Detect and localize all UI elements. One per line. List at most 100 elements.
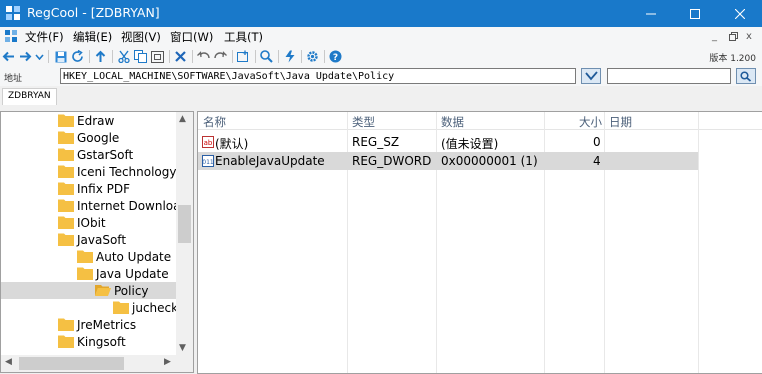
dword-value-icon: 011 xyxy=(202,155,214,167)
title-bar[interactable]: RegCool - [ZDBRYAN] xyxy=(0,0,762,27)
history-dropdown[interactable] xyxy=(33,48,45,65)
cut-button[interactable] xyxy=(115,48,132,65)
tree-item[interactable]: jucheck xyxy=(113,299,178,316)
scroll-left-icon[interactable]: ◀ xyxy=(5,357,12,367)
scroll-right-icon[interactable]: ▶ xyxy=(164,357,171,367)
tree-horizontal-scrollbar[interactable]: ◀ ▶ xyxy=(1,355,193,372)
value-type: REG_SZ xyxy=(352,135,400,149)
toolbar-separator xyxy=(278,50,279,63)
folder-icon xyxy=(77,250,93,263)
column-divider[interactable] xyxy=(698,112,699,373)
refresh-button[interactable] xyxy=(69,48,86,65)
menu-edit[interactable]: 编辑(E) xyxy=(73,30,112,44)
tree-item[interactable]: Kingsoft xyxy=(58,333,126,350)
tree-item-label: jucheck xyxy=(132,300,179,315)
tree-item[interactable]: IObit xyxy=(58,214,106,231)
forward-icon xyxy=(20,51,32,62)
tree-item[interactable]: JavaSoft xyxy=(58,231,126,248)
undo-button[interactable] xyxy=(195,48,212,65)
menu-view[interactable]: 视图(V) xyxy=(121,30,161,44)
tree-vertical-scrollbar[interactable]: ▲ ▼ xyxy=(176,112,193,357)
folder-icon xyxy=(58,114,74,127)
tree-item-label: Iceni Technology xyxy=(77,164,177,179)
paste-button[interactable] xyxy=(149,48,166,65)
help-button[interactable]: ? xyxy=(327,48,344,65)
delete-button[interactable] xyxy=(172,48,189,65)
toolbar-separator xyxy=(48,50,49,63)
svg-text:011: 011 xyxy=(202,159,214,166)
scroll-down-icon[interactable]: ▼ xyxy=(179,343,186,353)
menu-window[interactable]: 窗口(W) xyxy=(170,30,213,44)
tree-item-label: Policy xyxy=(114,283,149,298)
tree-item-label: JreMetrics xyxy=(77,317,137,332)
menu-file[interactable]: 文件(F) xyxy=(25,30,64,44)
minimize-button[interactable] xyxy=(629,0,673,27)
mdi-restore-icon[interactable] xyxy=(729,32,738,41)
value-size: 4 xyxy=(593,154,601,168)
paste-icon xyxy=(151,51,164,63)
column-header-name[interactable]: 名称 xyxy=(203,114,226,130)
column-header-data[interactable]: 数据 xyxy=(441,114,464,130)
go-to-address-button[interactable] xyxy=(581,68,601,84)
toolbar-separator xyxy=(324,50,325,63)
new-key-button[interactable] xyxy=(235,48,252,65)
tree-item[interactable]: Infix PDF xyxy=(58,180,130,197)
mdi-close-button[interactable]: x xyxy=(746,31,752,43)
close-button[interactable] xyxy=(718,0,762,27)
menu-tools[interactable]: 工具(T) xyxy=(224,30,263,44)
close-icon xyxy=(735,8,745,19)
address-label: 地址 xyxy=(4,74,23,84)
tree-item[interactable]: Iceni Technology xyxy=(58,163,177,180)
scroll-thumb[interactable] xyxy=(178,205,191,243)
address-bar: 地址 xyxy=(0,66,762,86)
computer-tab[interactable]: ZDBRYAN xyxy=(2,88,57,105)
forward-button[interactable] xyxy=(17,48,34,65)
tree-item[interactable]: Google xyxy=(58,129,119,146)
save-button[interactable] xyxy=(52,48,69,65)
value-data: 0x00000001 (1) xyxy=(441,154,538,168)
tree-item[interactable]: Java Update xyxy=(77,265,169,282)
maximize-button[interactable] xyxy=(673,0,717,27)
search-button[interactable] xyxy=(736,68,756,84)
folder-icon xyxy=(58,335,74,348)
tree-item-label: Google xyxy=(77,130,120,145)
bookmark-button[interactable] xyxy=(281,48,298,65)
folder-open-icon xyxy=(95,285,111,296)
regcool-app-icon xyxy=(6,6,20,20)
search-input[interactable] xyxy=(607,68,731,84)
copy-button[interactable] xyxy=(132,48,149,65)
find-button[interactable] xyxy=(258,48,275,65)
column-header-date[interactable]: 日期 xyxy=(609,114,632,130)
tree-item-label: Kingsoft xyxy=(77,334,126,349)
tree-item[interactable]: Edraw xyxy=(58,112,114,129)
up-button[interactable] xyxy=(92,48,109,65)
list-row[interactable]: 011 EnableJavaUpdate REG_DWORD 0x00000001 (… xyxy=(198,152,698,170)
column-header-type[interactable]: 类型 xyxy=(352,114,375,130)
scroll-up-icon[interactable]: ▲ xyxy=(179,114,186,124)
back-button[interactable] xyxy=(0,48,17,65)
folder-icon xyxy=(58,148,74,161)
main-area: Edraw Google GstarSoft Iceni Technology Infi… xyxy=(0,105,762,374)
value-name: EnableJavaUpdate xyxy=(215,154,325,168)
tree-item[interactable]: Policy xyxy=(1,282,177,299)
document-icon[interactable] xyxy=(5,30,19,44)
tree-item[interactable]: Auto Update xyxy=(77,248,171,265)
folder-icon xyxy=(113,301,129,314)
tree-item[interactable]: Internet Downloa xyxy=(58,197,181,214)
address-input[interactable] xyxy=(60,68,576,84)
column-header-size[interactable]: 大小 xyxy=(579,114,602,130)
tree-item-label: Java Update xyxy=(96,266,169,281)
folder-icon xyxy=(58,182,74,195)
tree-item[interactable]: JreMetrics xyxy=(58,316,136,333)
scroll-thumb[interactable] xyxy=(19,357,124,370)
mdi-minimize-button[interactable]: _ xyxy=(712,31,717,43)
list-row[interactable]: ab (默认) REG_SZ (值未设置) 0 xyxy=(198,133,698,151)
tree-item[interactable]: GstarSoft xyxy=(58,146,133,163)
redo-button[interactable] xyxy=(212,48,229,65)
value-list[interactable]: 名称 类型 数据 大小 日期 ab (默认) REG_SZ (值未设置) 0 011 Ena… xyxy=(197,111,762,374)
toolbar-separator xyxy=(112,50,113,63)
registry-tree[interactable]: Edraw Google GstarSoft Iceni Technology Infi… xyxy=(0,111,194,373)
new-key-icon xyxy=(237,50,248,62)
settings-button[interactable] xyxy=(304,48,321,65)
tree-item-label: Auto Update xyxy=(96,249,172,264)
